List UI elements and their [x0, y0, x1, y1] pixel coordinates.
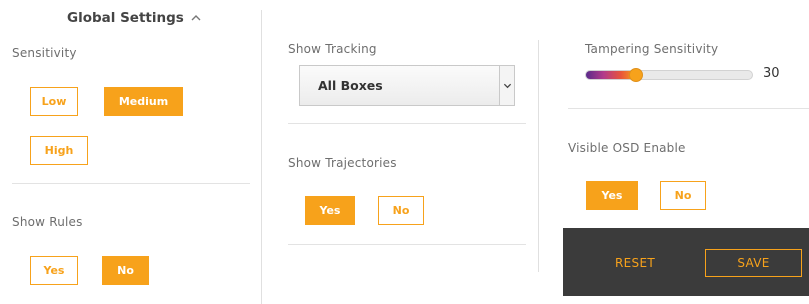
show-rules-label: Show Rules [12, 215, 83, 229]
visible-osd-yes-button[interactable]: Yes [586, 181, 638, 210]
show-tracking-select[interactable]: All Boxes [299, 65, 515, 106]
show-trajectories-yes-button[interactable]: Yes [305, 196, 355, 225]
visible-osd-label: Visible OSD Enable [568, 141, 686, 155]
sensitivity-medium-button[interactable]: Medium [104, 87, 183, 116]
chevron-up-icon[interactable] [190, 12, 202, 24]
tampering-sensitivity-value: 30 [763, 66, 780, 81]
save-button[interactable]: SAVE [705, 249, 802, 277]
sensitivity-high-button[interactable]: High [30, 136, 88, 165]
column-divider-left [261, 10, 262, 304]
tampering-sensitivity-slider[interactable] [585, 70, 753, 80]
section-divider [288, 123, 526, 124]
show-rules-no-button[interactable]: No [102, 256, 149, 285]
sensitivity-low-button[interactable]: Low [30, 87, 78, 116]
reset-button[interactable]: RESET [606, 249, 664, 277]
section-divider [568, 108, 809, 109]
show-trajectories-no-button[interactable]: No [378, 196, 424, 225]
show-trajectories-label: Show Trajectories [288, 156, 397, 170]
page-title: Global Settings [67, 10, 184, 26]
section-divider [288, 244, 526, 245]
select-arrow[interactable] [499, 66, 514, 105]
chevron-down-icon [503, 83, 511, 89]
slider-thumb[interactable] [629, 68, 643, 82]
show-tracking-value: All Boxes [318, 78, 383, 93]
tampering-sensitivity-label: Tampering Sensitivity [585, 42, 719, 56]
column-divider-right [538, 40, 539, 272]
show-tracking-label: Show Tracking [288, 42, 377, 56]
section-divider [12, 183, 250, 184]
show-rules-yes-button[interactable]: Yes [30, 256, 78, 285]
global-settings-header[interactable]: Global Settings [67, 10, 202, 26]
sensitivity-label: Sensitivity [12, 46, 77, 60]
visible-osd-no-button[interactable]: No [660, 181, 706, 210]
